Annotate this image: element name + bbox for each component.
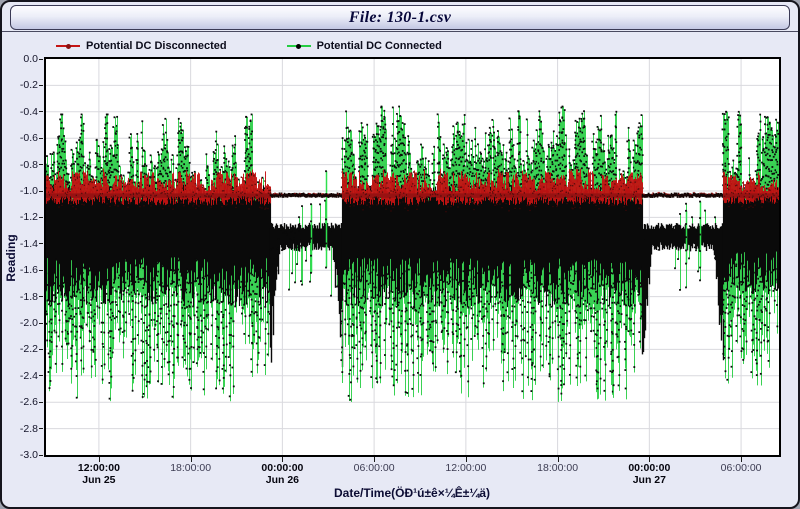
- x-tick-time: 00:00:00: [617, 462, 681, 474]
- legend-label-connected: Potential DC Connected: [317, 39, 442, 53]
- x-tick-time: 12:00:00: [434, 462, 498, 474]
- legend-item-connected[interactable]: Potential DC Connected: [287, 39, 442, 53]
- y-tick-label: 0.0: [2, 53, 38, 65]
- x-tick-time: 18:00:00: [526, 462, 590, 474]
- y-tick-label: -1.0: [2, 185, 38, 197]
- y-tick-mark: [39, 59, 43, 60]
- legend-label-disconnected: Potential DC Disconnected: [86, 39, 227, 53]
- titlebar-separator: [2, 31, 798, 32]
- y-tick-label: -1.4: [2, 238, 38, 250]
- x-tick-time: 00:00:00: [250, 462, 314, 474]
- y-tick-mark: [39, 349, 43, 350]
- y-tick-mark: [39, 111, 43, 112]
- y-tick-mark: [39, 455, 43, 456]
- y-tick-label: -0.4: [2, 106, 38, 118]
- y-tick-mark: [39, 164, 43, 165]
- y-tick-label: -2.0: [2, 317, 38, 329]
- y-tick-label: -3.0: [2, 449, 38, 461]
- x-tick-time: 12:00:00: [67, 462, 131, 474]
- x-tick-time: 06:00:00: [709, 462, 773, 474]
- y-tick-mark: [39, 323, 43, 324]
- y-tick-label: -2.2: [2, 343, 38, 355]
- y-tick-label: -2.6: [2, 396, 38, 408]
- y-tick-mark: [39, 375, 43, 376]
- legend-marker-connected-dot-icon: [296, 44, 301, 49]
- x-tick-date: Jun 25: [67, 474, 131, 486]
- window-title: File: 130-1.csv: [349, 9, 451, 27]
- y-tick-label: -2.4: [2, 370, 38, 382]
- chart-window: File: 130-1.csv Potential DC Disconnecte…: [0, 0, 800, 509]
- y-tick-label: -0.8: [2, 159, 38, 171]
- y-tick-label: -1.6: [2, 264, 38, 276]
- plot-frame: [44, 57, 781, 457]
- y-tick-mark: [39, 138, 43, 139]
- x-tick-date: Jun 26: [250, 474, 314, 486]
- y-tick-mark: [39, 270, 43, 271]
- x-tick-time: 06:00:00: [342, 462, 406, 474]
- chart-legend: Potential DC Disconnected Potential DC C…: [56, 39, 442, 53]
- legend-item-disconnected[interactable]: Potential DC Disconnected: [56, 39, 227, 53]
- y-tick-mark: [39, 191, 43, 192]
- y-tick-label: -2.8: [2, 423, 38, 435]
- legend-marker-connected-icon: [287, 45, 311, 47]
- titlebar: File: 130-1.csv: [10, 5, 790, 30]
- x-axis-title: Date/Time(ÖÐ¹ú±ê×¼Ê±¼ä): [290, 486, 534, 500]
- y-tick-mark: [39, 402, 43, 403]
- legend-marker-disconnected-dot-icon: [66, 44, 71, 49]
- y-tick-mark: [39, 428, 43, 429]
- y-tick-mark: [39, 296, 43, 297]
- y-tick-mark: [39, 243, 43, 244]
- y-tick-mark: [39, 85, 43, 86]
- legend-marker-disconnected-icon: [56, 45, 80, 47]
- x-tick-date: Jun 27: [617, 474, 681, 486]
- y-tick-label: -1.8: [2, 291, 38, 303]
- y-tick-label: -0.6: [2, 132, 38, 144]
- y-tick-label: -1.2: [2, 211, 38, 223]
- y-tick-mark: [39, 217, 43, 218]
- chart-plot-area[interactable]: [46, 59, 779, 455]
- x-tick-time: 18:00:00: [159, 462, 223, 474]
- y-axis-title: Reading: [4, 223, 18, 293]
- y-tick-label: -0.2: [2, 79, 38, 91]
